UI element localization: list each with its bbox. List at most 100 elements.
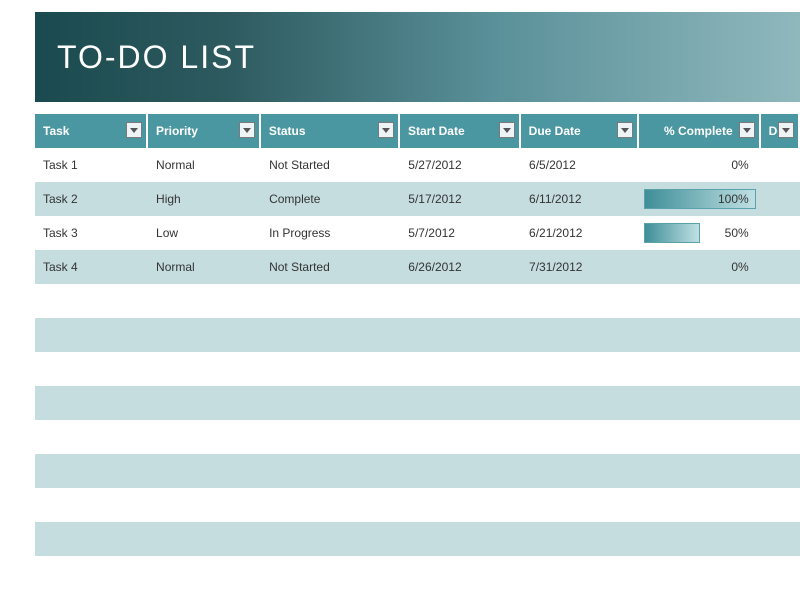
empty-cell[interactable] <box>521 556 640 590</box>
cell-task[interactable]: Task 4 <box>35 250 148 284</box>
table-row[interactable]: Task 2HighComplete5/17/20126/11/2012100% <box>35 182 800 216</box>
empty-cell[interactable] <box>761 488 800 522</box>
cell-status[interactable]: Complete <box>261 182 400 216</box>
empty-cell[interactable] <box>400 386 521 420</box>
cell-done[interactable] <box>761 148 800 182</box>
empty-cell[interactable] <box>261 420 400 454</box>
cell-start-date[interactable]: 6/26/2012 <box>400 250 521 284</box>
empty-cell[interactable] <box>640 522 761 556</box>
empty-cell[interactable] <box>521 420 640 454</box>
empty-cell[interactable] <box>640 352 761 386</box>
empty-cell[interactable] <box>148 284 261 318</box>
empty-cell[interactable] <box>261 386 400 420</box>
filter-dropdown-icon[interactable] <box>499 122 515 138</box>
empty-cell[interactable] <box>148 454 261 488</box>
empty-cell[interactable] <box>640 386 761 420</box>
empty-cell[interactable] <box>35 352 148 386</box>
empty-cell[interactable] <box>148 488 261 522</box>
empty-cell[interactable] <box>400 454 521 488</box>
empty-cell[interactable] <box>521 352 640 386</box>
empty-cell[interactable] <box>400 556 521 590</box>
empty-cell[interactable] <box>640 284 761 318</box>
empty-cell[interactable] <box>400 352 521 386</box>
empty-cell[interactable] <box>35 488 148 522</box>
empty-cell[interactable] <box>640 318 761 352</box>
column-header-task[interactable]: Task <box>35 114 148 148</box>
empty-cell[interactable] <box>761 556 800 590</box>
cell-percent-complete[interactable]: 50% <box>640 216 761 250</box>
filter-dropdown-icon[interactable] <box>239 122 255 138</box>
cell-percent-complete[interactable]: 0% <box>640 250 761 284</box>
column-header--complete[interactable]: % Complete <box>639 114 760 148</box>
empty-cell[interactable] <box>261 454 400 488</box>
table-row-empty[interactable] <box>35 284 800 318</box>
table-row-empty[interactable] <box>35 556 800 590</box>
empty-cell[interactable] <box>761 318 800 352</box>
empty-cell[interactable] <box>400 522 521 556</box>
empty-cell[interactable] <box>640 556 761 590</box>
empty-cell[interactable] <box>761 454 800 488</box>
empty-cell[interactable] <box>35 284 148 318</box>
table-row-empty[interactable] <box>35 488 800 522</box>
empty-cell[interactable] <box>35 454 148 488</box>
empty-cell[interactable] <box>400 420 521 454</box>
cell-percent-complete[interactable]: 0% <box>640 148 761 182</box>
empty-cell[interactable] <box>521 318 640 352</box>
empty-cell[interactable] <box>35 522 148 556</box>
column-header-priority[interactable]: Priority <box>148 114 261 148</box>
empty-cell[interactable] <box>35 386 148 420</box>
filter-dropdown-icon[interactable] <box>617 122 633 138</box>
empty-cell[interactable] <box>261 284 400 318</box>
table-row-empty[interactable] <box>35 318 800 352</box>
empty-cell[interactable] <box>521 386 640 420</box>
table-row[interactable]: Task 4NormalNot Started6/26/20127/31/201… <box>35 250 800 284</box>
empty-cell[interactable] <box>261 318 400 352</box>
empty-cell[interactable] <box>148 318 261 352</box>
table-row-empty[interactable] <box>35 522 800 556</box>
cell-status[interactable]: Not Started <box>261 148 400 182</box>
cell-start-date[interactable]: 5/17/2012 <box>400 182 521 216</box>
empty-cell[interactable] <box>761 352 800 386</box>
cell-start-date[interactable]: 5/7/2012 <box>400 216 521 250</box>
empty-cell[interactable] <box>261 522 400 556</box>
filter-dropdown-icon[interactable] <box>126 122 142 138</box>
empty-cell[interactable] <box>640 420 761 454</box>
table-row-empty[interactable] <box>35 386 800 420</box>
column-header-due-date[interactable]: Due Date <box>521 114 640 148</box>
table-row-empty[interactable] <box>35 352 800 386</box>
cell-priority[interactable]: High <box>148 182 261 216</box>
cell-start-date[interactable]: 5/27/2012 <box>400 148 521 182</box>
cell-priority[interactable]: Low <box>148 216 261 250</box>
filter-dropdown-icon[interactable] <box>778 122 794 138</box>
cell-task[interactable]: Task 1 <box>35 148 148 182</box>
empty-cell[interactable] <box>521 454 640 488</box>
empty-cell[interactable] <box>35 318 148 352</box>
cell-done[interactable] <box>761 216 800 250</box>
cell-due-date[interactable]: 7/31/2012 <box>521 250 640 284</box>
empty-cell[interactable] <box>400 284 521 318</box>
empty-cell[interactable] <box>35 420 148 454</box>
empty-cell[interactable] <box>400 318 521 352</box>
column-header-status[interactable]: Status <box>261 114 400 148</box>
cell-percent-complete[interactable]: 100% <box>640 182 761 216</box>
empty-cell[interactable] <box>261 488 400 522</box>
empty-cell[interactable] <box>521 284 640 318</box>
empty-cell[interactable] <box>761 522 800 556</box>
empty-cell[interactable] <box>761 420 800 454</box>
cell-priority[interactable]: Normal <box>148 148 261 182</box>
empty-cell[interactable] <box>148 352 261 386</box>
empty-cell[interactable] <box>148 556 261 590</box>
cell-done[interactable] <box>761 182 800 216</box>
empty-cell[interactable] <box>148 386 261 420</box>
empty-cell[interactable] <box>521 488 640 522</box>
cell-done[interactable] <box>761 250 800 284</box>
empty-cell[interactable] <box>400 488 521 522</box>
table-row[interactable]: Task 3LowIn Progress5/7/20126/21/201250% <box>35 216 800 250</box>
empty-cell[interactable] <box>640 488 761 522</box>
column-header-don[interactable]: Don <box>761 114 800 148</box>
empty-cell[interactable] <box>761 284 800 318</box>
table-row-empty[interactable] <box>35 454 800 488</box>
cell-task[interactable]: Task 2 <box>35 182 148 216</box>
cell-due-date[interactable]: 6/11/2012 <box>521 182 640 216</box>
cell-priority[interactable]: Normal <box>148 250 261 284</box>
